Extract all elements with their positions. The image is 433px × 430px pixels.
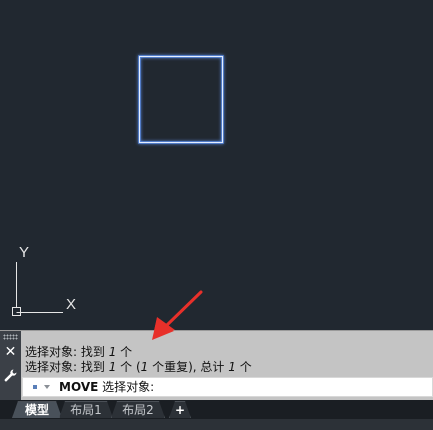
command-input[interactable]: MOVE 选择对象: <box>22 377 433 397</box>
command-prompt: MOVE 选择对象: <box>59 380 155 394</box>
tab-layout2[interactable]: 布局2 <box>111 401 165 418</box>
tab-layout1[interactable]: 布局1 <box>59 401 113 418</box>
canvas-svg: Y X <box>12 55 224 330</box>
tab-model[interactable]: 模型 <box>12 401 62 418</box>
command-line-panel: ✕ 选择对象: 找到 1 个 选择对象: 找到 1 个 (1 个重复), 总计 … <box>0 330 433 401</box>
drawing-canvas[interactable]: Y X <box>0 0 433 330</box>
ucs-icon <box>12 262 63 316</box>
ucs-x-label: X <box>66 296 76 313</box>
layout-tab-bar: 模型 布局1 布局2 + <box>0 400 433 419</box>
command-line-grip[interactable]: ✕ <box>0 331 21 401</box>
add-layout-button[interactable]: + <box>169 401 191 418</box>
command-history-line: 选择对象: 找到 1 个 (1 个重复), 总计 1 个 <box>25 360 252 374</box>
wrench-icon[interactable] <box>3 368 18 383</box>
command-recent-icon[interactable] <box>32 381 54 393</box>
close-icon[interactable]: ✕ <box>2 344 19 361</box>
annotation-arrow-icon <box>154 290 203 330</box>
command-history-line: 选择对象: 找到 1 个 <box>25 345 133 359</box>
ucs-y-label: Y <box>19 244 29 261</box>
selected-rectangle-edge <box>139 56 223 143</box>
grip-dots[interactable] <box>3 334 18 340</box>
selected-rectangle[interactable] <box>138 55 224 144</box>
status-strip <box>0 419 433 430</box>
